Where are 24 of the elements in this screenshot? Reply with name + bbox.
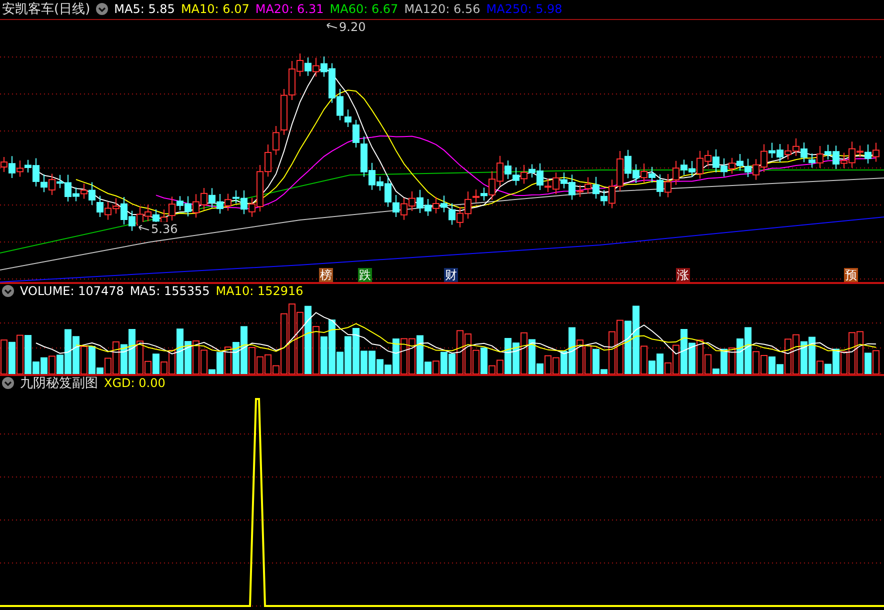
arrow-icon: [138, 224, 150, 233]
legend-value: XGD: 0.00: [104, 376, 166, 390]
chart-title: 九阴秘笈副图: [20, 375, 98, 392]
legend-value: MA5: 5.85: [114, 2, 175, 16]
collapse-icon[interactable]: [2, 284, 14, 297]
event-tag[interactable]: 预: [844, 268, 858, 282]
chart-title: 安凯客车(日线): [2, 1, 90, 18]
arrow-icon: [326, 22, 338, 31]
legend-value: MA250: 5.98: [486, 2, 562, 16]
event-tag[interactable]: 涨: [676, 268, 690, 282]
legend-value: MA5: 155355: [130, 284, 210, 298]
legend-value: MA60: 6.67: [330, 2, 398, 16]
price-label: 5.36: [151, 222, 178, 236]
event-tag[interactable]: 财: [444, 268, 458, 282]
legend-value: VOLUME: 107478: [20, 284, 124, 298]
event-tag[interactable]: 跌: [358, 268, 372, 282]
legend-value: MA120: 6.56: [404, 2, 480, 16]
legend-value: MA20: 6.31: [255, 2, 324, 16]
collapse-icon[interactable]: [2, 377, 14, 390]
legend-value: MA10: 6.07: [180, 2, 250, 16]
collapse-icon[interactable]: [96, 3, 108, 16]
event-tag[interactable]: 榜: [319, 268, 333, 282]
legend-value: MA10: 152916: [216, 284, 304, 298]
price-label: 9.20: [339, 20, 366, 34]
